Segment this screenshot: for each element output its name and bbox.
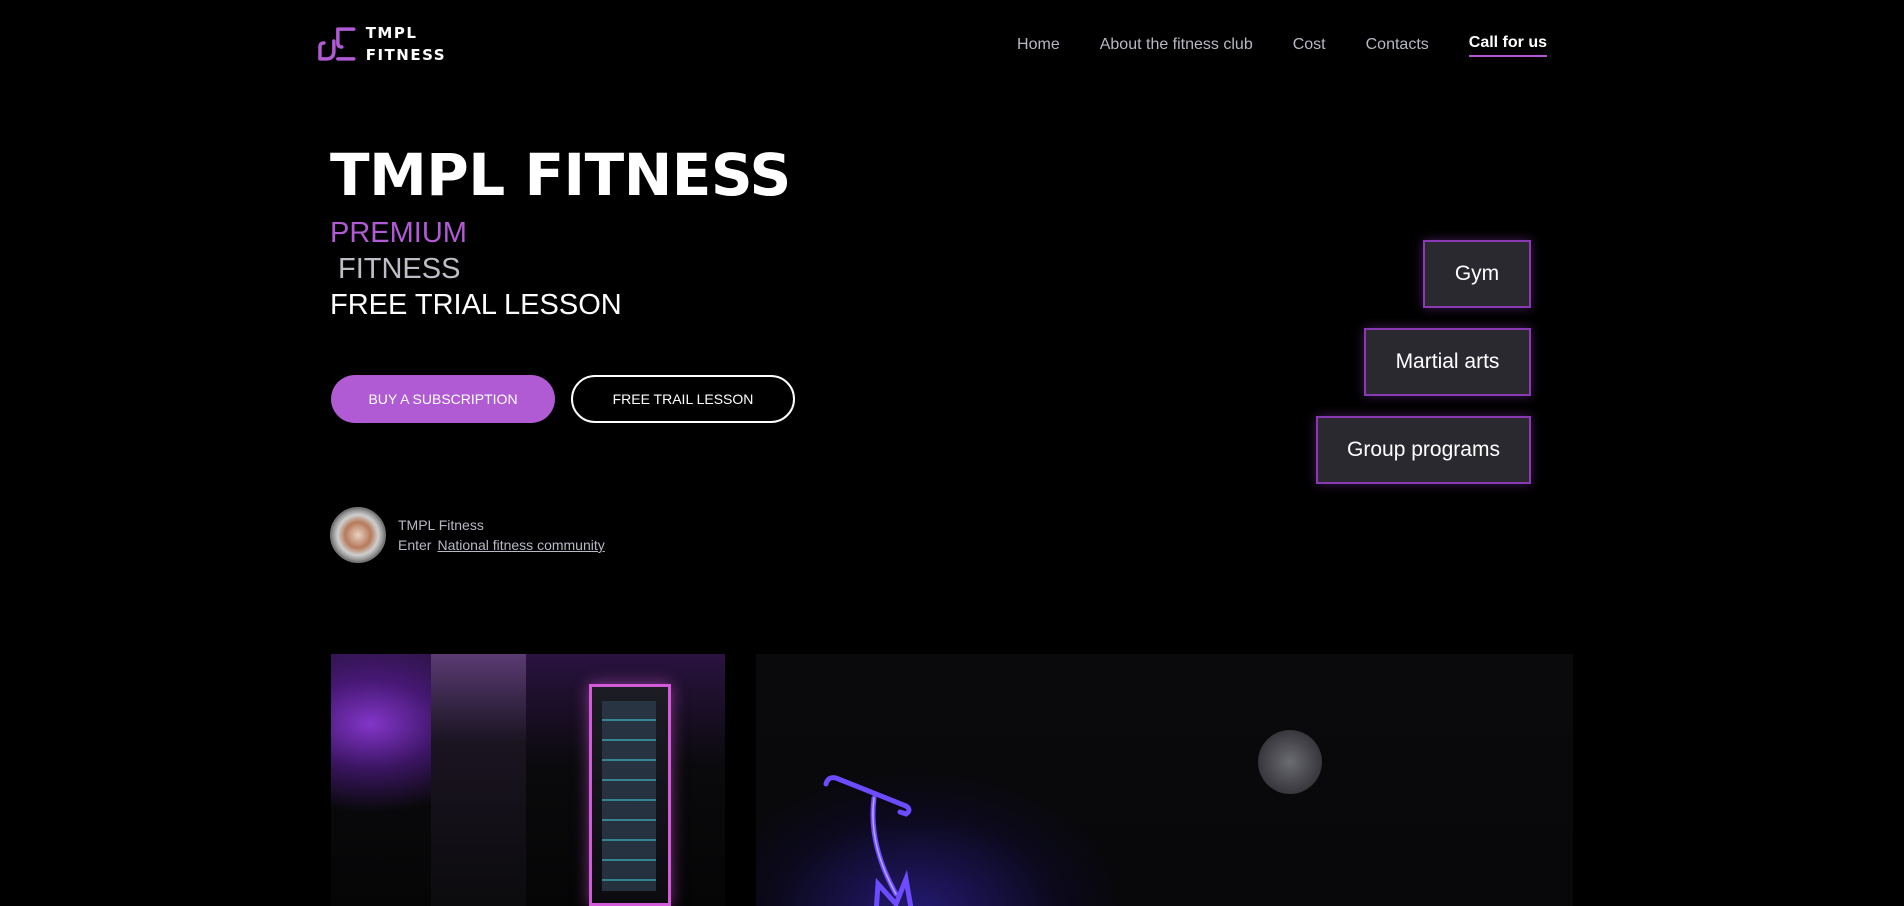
community-link[interactable]: National fitness community — [437, 537, 604, 553]
community-enter-row: Enter National fitness community — [398, 535, 605, 555]
card-group-programs[interactable]: Group programs — [1316, 416, 1531, 484]
brand-name-line2: FITNESS — [365, 46, 446, 64]
community-name: TMPL Fitness — [398, 517, 484, 533]
community-text: TMPL Fitness Enter National fitness commu… — [398, 515, 605, 555]
hero-subtitle-fitness: FITNESS — [338, 253, 461, 285]
photo-vending-machine — [589, 684, 671, 906]
nav-contacts[interactable]: Contacts — [1366, 34, 1429, 56]
photo-clock — [1258, 730, 1322, 794]
tmpl-logo-icon — [318, 27, 356, 61]
gallery-photo-vending — [331, 654, 725, 906]
nav-home[interactable]: Home — [1017, 34, 1060, 56]
hero-subtitle-trial: FREE TRIAL LESSON — [330, 289, 622, 321]
nav-cost[interactable]: Cost — [1293, 34, 1326, 56]
free-trial-button[interactable]: FREE TRAIL LESSON — [571, 375, 795, 423]
card-gym[interactable]: Gym — [1423, 240, 1531, 308]
nav-call-for-us[interactable]: Call for us — [1468, 32, 1547, 57]
main-nav: Home About the fitness club Cost Contact… — [1017, 32, 1547, 57]
brand-name: TMPL FITNESS — [366, 22, 446, 66]
buy-subscription-button[interactable]: BUY A SUBSCRIPTION — [331, 375, 555, 423]
photo-wall — [431, 654, 526, 906]
site-header: TMPL FITNESS Home About the fitness club… — [0, 0, 1904, 90]
gallery-photo-neon-sign — [756, 654, 1573, 906]
community-block: TMPL Fitness Enter National fitness commu… — [330, 507, 605, 563]
nav-about[interactable]: About the fitness club — [1100, 34, 1253, 56]
hero-title: TMPL FITNESS — [330, 141, 791, 209]
brand-name-line1: TMPL — [365, 24, 418, 42]
hero-subtitle-premium: PREMIUM — [330, 217, 467, 249]
card-martial-arts[interactable]: Martial arts — [1364, 328, 1531, 396]
community-avatar[interactable] — [330, 507, 386, 563]
photo-neon-sign — [823, 775, 914, 906]
community-enter-label: Enter — [398, 537, 432, 553]
brand-logo[interactable]: TMPL FITNESS — [316, 22, 446, 66]
photo-vending-glass — [602, 701, 656, 891]
